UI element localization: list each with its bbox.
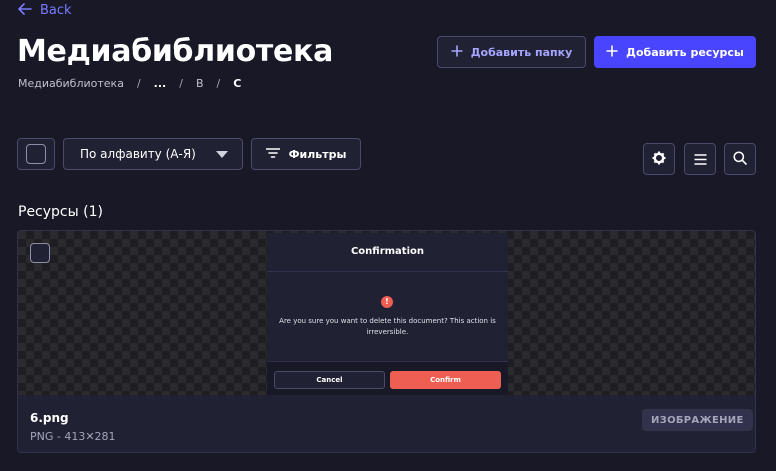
thumbnail-divider xyxy=(267,271,508,272)
thumbnail-cancel-button: Cancel xyxy=(274,371,385,389)
breadcrumb-item-ellipsis[interactable]: ... xyxy=(154,77,167,90)
thumbnail-confirm-button: Confirm xyxy=(390,371,501,389)
asset-type-badge: ИЗОБРАЖЕНИЕ xyxy=(642,409,753,431)
thumbnail-dialog-message: Are you sure you want to delete this doc… xyxy=(279,317,496,336)
asset-card[interactable]: Confirmation ! Are you sure you want to … xyxy=(17,230,756,453)
breadcrumb-item-b[interactable]: B xyxy=(196,77,204,90)
list-view-button[interactable] xyxy=(684,143,716,175)
settings-button[interactable] xyxy=(643,143,675,175)
asset-preview[interactable]: Confirmation ! Are you sure you want to … xyxy=(18,231,755,395)
breadcrumb: Медиабиблиотека / ... / B / C xyxy=(18,77,241,90)
plus-icon xyxy=(606,43,618,61)
select-all-checkbox-wrapper[interactable] xyxy=(17,138,55,170)
asset-card-body: 6.png PNG - 413✕281 ИЗОБРАЖЕНИЕ xyxy=(18,395,755,452)
plus-icon xyxy=(451,43,463,61)
add-folder-label: Добавить папку xyxy=(470,45,573,59)
gear-icon xyxy=(652,150,666,169)
add-folder-button[interactable]: Добавить папку xyxy=(437,36,586,68)
asset-thumbnail: Confirmation ! Are you sure you want to … xyxy=(267,233,508,395)
breadcrumb-item-current: C xyxy=(233,77,242,90)
select-all-checkbox[interactable] xyxy=(26,144,46,164)
assets-section-title: Ресурсы (1) xyxy=(18,204,103,220)
filters-label: Фильтры xyxy=(288,147,347,161)
add-assets-label: Добавить ресурсы xyxy=(626,45,744,59)
sort-select[interactable]: По алфавиту (А-Я) xyxy=(63,138,243,170)
filter-icon xyxy=(265,147,280,161)
thumbnail-dialog-footer: Cancel Confirm xyxy=(267,362,508,395)
search-button[interactable] xyxy=(724,143,756,175)
chevron-down-icon xyxy=(216,150,228,158)
asset-file-name: 6.png xyxy=(30,411,69,425)
search-icon xyxy=(733,150,747,169)
breadcrumb-separator: / xyxy=(136,77,141,90)
asset-file-meta: PNG - 413✕281 xyxy=(30,430,116,443)
back-label: Back xyxy=(40,3,72,18)
add-assets-button[interactable]: Добавить ресурсы xyxy=(594,36,756,68)
alert-icon: ! xyxy=(381,296,393,308)
page-title: Медиабиблиотека xyxy=(17,34,334,69)
asset-select-checkbox[interactable] xyxy=(30,243,50,263)
list-view-icon xyxy=(694,150,707,169)
back-link[interactable]: Back xyxy=(18,3,72,18)
breadcrumb-separator: / xyxy=(179,77,183,90)
arrow-left-icon xyxy=(18,3,32,18)
breadcrumb-separator: / xyxy=(216,77,221,90)
thumbnail-dialog-title: Confirmation xyxy=(350,246,425,257)
sort-select-value: По алфавиту (А-Я) xyxy=(80,147,196,161)
breadcrumb-item-root[interactable]: Медиабиблиотека xyxy=(18,77,124,90)
filters-button[interactable]: Фильтры xyxy=(251,138,361,170)
